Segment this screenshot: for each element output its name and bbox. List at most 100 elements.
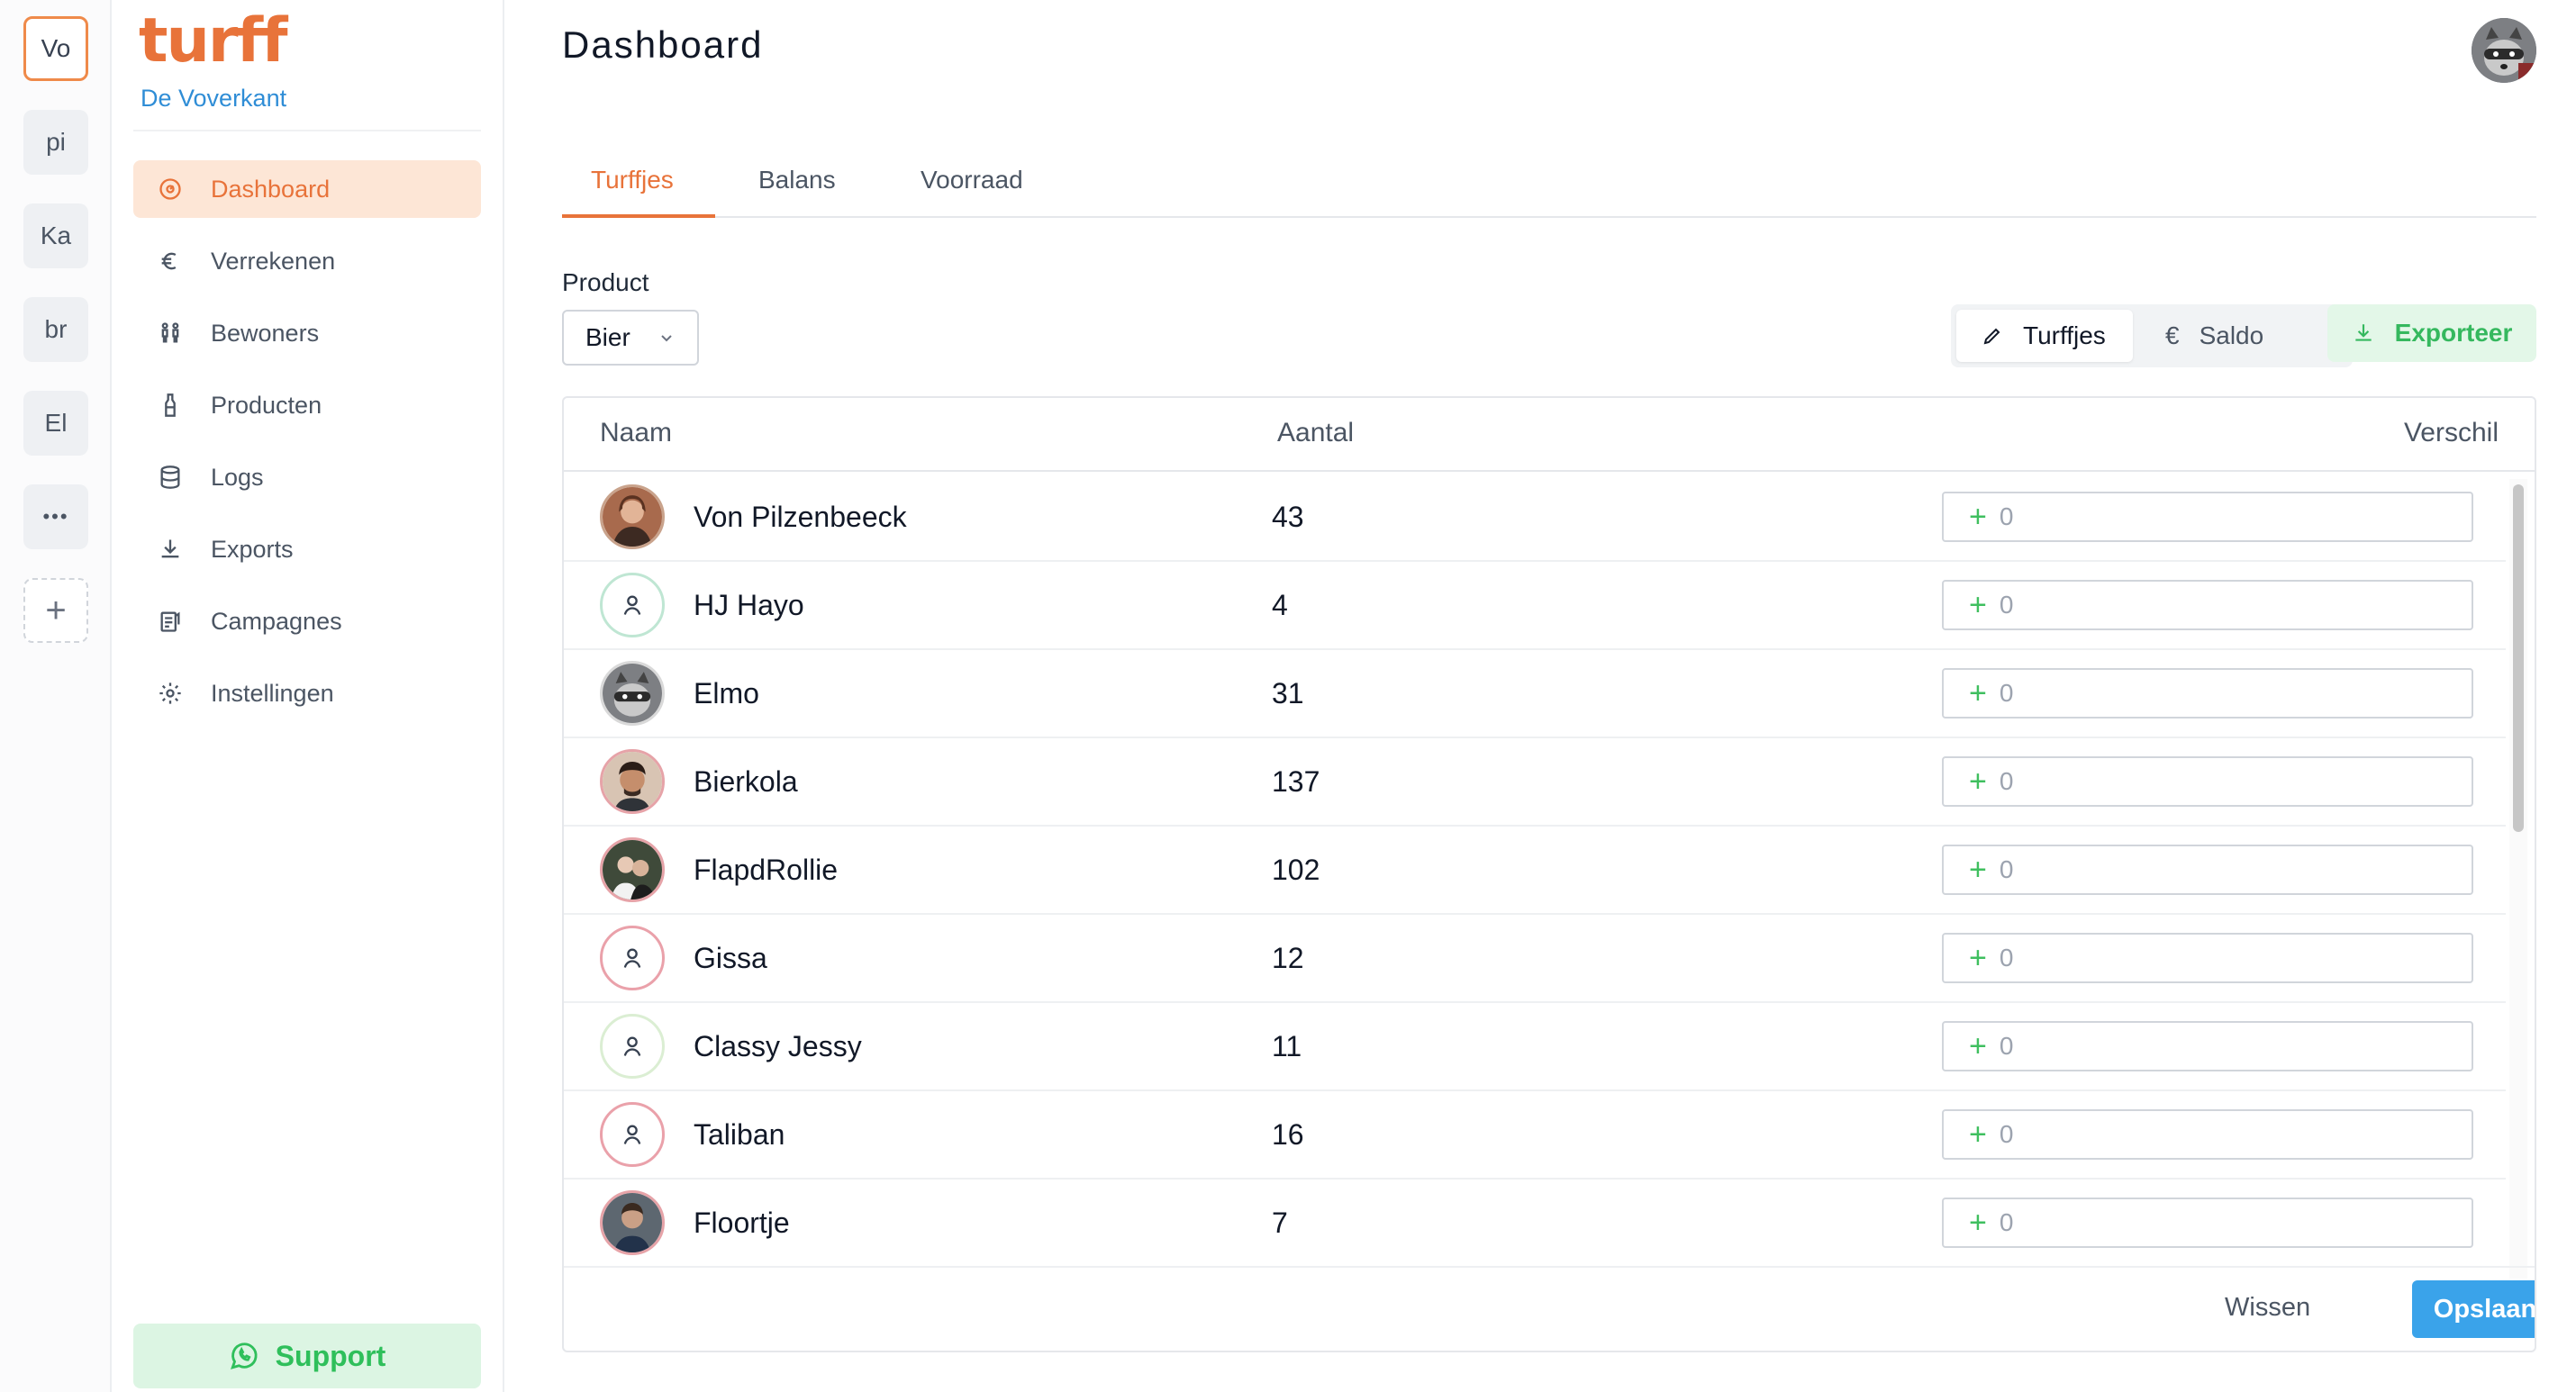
table-row: Von Pilzenbeeck 43 +0 — [564, 474, 2506, 562]
support-label: Support — [275, 1339, 386, 1372]
sidebar-item-instellingen[interactable]: Instellingen — [133, 664, 481, 722]
account-switch-br[interactable]: br — [23, 297, 88, 362]
table-row: HJ Hayo 4 +0 — [564, 562, 2506, 650]
toggle-turffjes-label: Turffjes — [2023, 321, 2106, 349]
tally-count: 12 — [1272, 942, 1304, 974]
difference-input[interactable]: +0 — [1942, 1021, 2473, 1071]
avatar — [600, 1014, 665, 1079]
turff-logo[interactable]: turff — [139, 11, 288, 72]
download-icon — [157, 536, 184, 563]
user-avatar[interactable] — [2472, 18, 2536, 83]
sidebar-item-producten[interactable]: Producten — [133, 376, 481, 434]
plus-icon: + — [1969, 1029, 1987, 1063]
raccoon-avatar-icon — [2472, 18, 2536, 83]
difference-value: 0 — [1999, 1032, 2014, 1060]
clear-button[interactable]: Wissen — [2225, 1293, 2310, 1323]
user-icon — [623, 595, 641, 615]
tally-count: 102 — [1272, 854, 1320, 886]
tally-count: 43 — [1272, 501, 1304, 533]
sidebar-item-dashboard[interactable]: Dashboard — [133, 160, 481, 218]
sidebar-item-label: Instellingen — [211, 679, 334, 707]
user-icon — [623, 1125, 641, 1144]
table-row: Elmo 31 +0 — [564, 650, 2506, 738]
sidebar-item-verrekenen[interactable]: Verrekenen — [133, 232, 481, 290]
sidebar-item-campagnes[interactable]: Campagnes — [133, 592, 481, 650]
active-tab-indicator — [562, 214, 715, 218]
difference-input[interactable]: +0 — [1942, 492, 2473, 542]
difference-input[interactable]: +0 — [1942, 580, 2473, 630]
table-body-tail: Floortje 7 +0 — [564, 1180, 2506, 1266]
plus-icon: + — [1969, 941, 1987, 975]
difference-value: 0 — [1999, 591, 2014, 619]
sidebar-item-bewoners[interactable]: Bewoners — [133, 304, 481, 362]
sidebar-item-label: Producten — [211, 391, 322, 419]
account-switch-el[interactable]: El — [23, 391, 88, 456]
resident-name: Von Pilzenbeeck — [694, 501, 907, 533]
avatar — [600, 926, 665, 990]
difference-input[interactable]: +0 — [1942, 756, 2473, 807]
difference-input[interactable]: +0 — [1942, 1198, 2473, 1248]
tally-count: 16 — [1272, 1118, 1304, 1151]
resident-name: Taliban — [694, 1118, 785, 1151]
toggle-turffjes-button[interactable]: Turffjes — [1956, 310, 2133, 362]
sidebar-item-logs[interactable]: Logs — [133, 448, 481, 506]
tally-count: 7 — [1272, 1207, 1288, 1239]
sidebar-item-label: Campagnes — [211, 607, 342, 635]
export-button[interactable]: Exporteer — [2327, 304, 2536, 362]
save-button[interactable]: Opslaan — [2412, 1280, 2535, 1338]
table-body-continued: Bierkola 137 +0 FlapdRollie 102 +0 Gissa… — [564, 738, 2506, 1189]
table-row: Taliban 16 +0 — [564, 1091, 2506, 1180]
sidebar-item-label: Logs — [211, 463, 264, 491]
account-switch-ka[interactable]: Ka — [23, 203, 88, 268]
plus-icon: + — [1969, 764, 1987, 799]
difference-input[interactable]: +0 — [1942, 933, 2473, 983]
difference-input[interactable]: +0 — [1942, 1109, 2473, 1160]
plus-icon: + — [1969, 676, 1987, 710]
resident-name: Elmo — [694, 677, 759, 710]
difference-input[interactable]: +0 — [1942, 845, 2473, 895]
support-button[interactable]: Support — [133, 1324, 481, 1388]
account-switch-vo[interactable]: Vo — [23, 16, 88, 81]
avatar — [600, 573, 665, 637]
product-select[interactable]: Bier — [562, 310, 699, 366]
table-header: Naam Aantal Verschil — [564, 398, 2535, 472]
tally-count: 137 — [1272, 765, 1320, 798]
organization-name: De Voverkant — [141, 85, 287, 112]
resident-name: FlapdRollie — [694, 854, 839, 886]
resident-name: Gissa — [694, 942, 767, 974]
main-content: Dashboard Turffjes Balans Voorraad Produ… — [504, 0, 2576, 1392]
table-scrollbar-thumb[interactable] — [2513, 484, 2524, 832]
avatar — [600, 749, 665, 814]
tally-count: 4 — [1272, 589, 1288, 621]
sidebar-item-label: Dashboard — [211, 175, 331, 203]
dashboard-icon — [157, 176, 184, 203]
tally-count: 31 — [1272, 677, 1304, 710]
tab-turffjes[interactable]: Turffjes — [591, 166, 674, 194]
add-account-button[interactable]: + — [23, 578, 88, 643]
pencil-icon — [1983, 328, 2000, 345]
sidebar-item-exports[interactable]: Exports — [133, 520, 481, 578]
download-icon — [2354, 324, 2372, 341]
tab-balans[interactable]: Balans — [758, 166, 836, 194]
difference-value: 0 — [1999, 944, 2014, 972]
table-body: Von Pilzenbeeck 43 +0 HJ Hayo 4 +0 Elmo … — [564, 474, 2506, 760]
toggle-saldo-button[interactable]: € Saldo — [2140, 310, 2347, 362]
plus-icon: + — [1969, 1206, 1987, 1240]
avatar — [600, 1190, 665, 1255]
page-title: Dashboard — [562, 23, 764, 66]
account-switch-pi[interactable]: pi — [23, 110, 88, 175]
difference-value: 0 — [1999, 767, 2014, 795]
avatar — [600, 484, 665, 549]
more-accounts-button[interactable]: ••• — [23, 484, 88, 549]
view-toggle: Turffjes € Saldo — [1951, 304, 2353, 367]
tab-voorraad[interactable]: Voorraad — [921, 166, 1023, 194]
avatar — [600, 661, 665, 726]
tally-table: Naam Aantal Verschil Von Pilzenbeeck 43 … — [562, 396, 2536, 1352]
difference-value: 0 — [1999, 1208, 2014, 1236]
resident-name: Bierkola — [694, 765, 798, 798]
campaign-icon — [157, 608, 184, 635]
account-rail: Vo pi Ka br El ••• + — [0, 0, 112, 1392]
sidebar: turff De Voverkant Dashboard Verrekenen … — [112, 0, 504, 1392]
user-icon — [623, 948, 641, 968]
difference-input[interactable]: +0 — [1942, 668, 2473, 719]
